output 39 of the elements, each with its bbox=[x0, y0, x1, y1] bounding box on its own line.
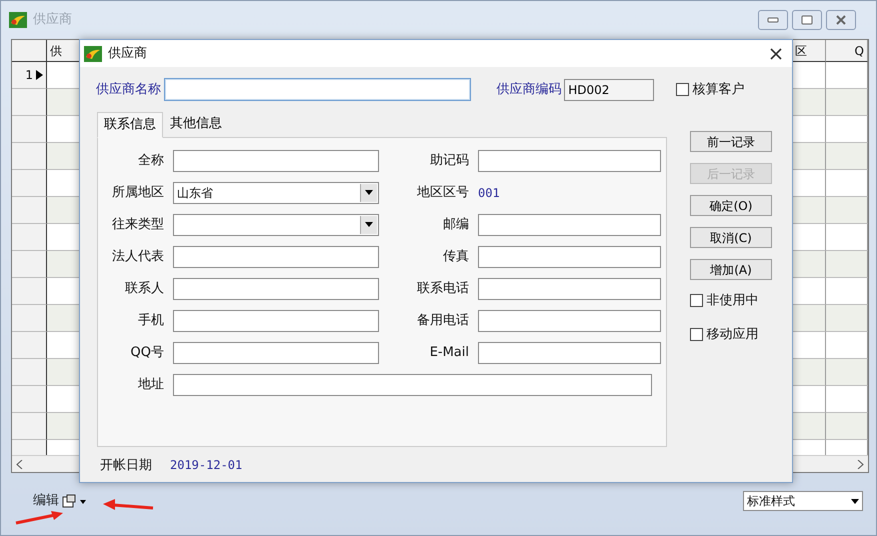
column-header[interactable]: 区 bbox=[792, 40, 826, 62]
field-label: 供应商编码 bbox=[496, 80, 562, 99]
field-label: 助记码 bbox=[429, 152, 469, 170]
dropdown[interactable]: 山东省 bbox=[173, 182, 379, 204]
date-text: 2019-12-01 bbox=[170, 457, 242, 474]
field-label: 地址 bbox=[137, 376, 164, 394]
column-header[interactable]: 供 bbox=[47, 40, 80, 62]
input-field[interactable]: HD002 bbox=[564, 78, 654, 100]
action-button[interactable]: 取消(C) bbox=[690, 227, 772, 248]
field-label: 开帐日期 bbox=[100, 456, 152, 474]
field-label: 供应商名称 bbox=[96, 80, 161, 99]
field-label: E-Mail bbox=[428, 344, 469, 362]
field-label: 所属地区 bbox=[111, 184, 164, 202]
field-label: 地区区号 bbox=[416, 184, 469, 202]
dialog-title: 供应商 bbox=[108, 44, 147, 63]
column-header[interactable]: Q bbox=[826, 40, 868, 62]
field-label: 备用电话 bbox=[416, 312, 469, 330]
field-label: QQ号 bbox=[130, 344, 164, 362]
action-button[interactable]: 前一记录 bbox=[690, 131, 772, 152]
field-label: 全称 bbox=[137, 152, 164, 170]
field-label: 往来类型 bbox=[111, 216, 164, 234]
window-title: 供应商 bbox=[33, 11, 72, 30]
checkbox[interactable]: 移动应用 bbox=[690, 324, 772, 344]
field-label: 传真 bbox=[442, 248, 469, 266]
tab[interactable]: 其他信息 bbox=[163, 111, 229, 136]
field-label: 联系电话 bbox=[416, 280, 469, 298]
action-button[interactable]: 确定(O) bbox=[690, 195, 772, 216]
tab[interactable]: 联系信息 bbox=[97, 112, 163, 138]
value-text: 001 bbox=[478, 184, 501, 202]
style-dropdown[interactable]: 标准样式 bbox=[743, 491, 863, 511]
field-label: 邮编 bbox=[442, 216, 469, 234]
row-number: 1 bbox=[25, 67, 33, 84]
field-label: 联系人 bbox=[124, 280, 164, 298]
edit-menu-button[interactable]: 编辑 bbox=[33, 491, 88, 511]
field-label: 法人代表 bbox=[111, 248, 164, 266]
checkbox[interactable]: 非使用中 bbox=[690, 291, 772, 310]
checkbox[interactable]: 核算客户 bbox=[676, 80, 744, 100]
action-button[interactable]: 增加(A) bbox=[690, 259, 772, 280]
field-label: 手机 bbox=[137, 312, 164, 330]
